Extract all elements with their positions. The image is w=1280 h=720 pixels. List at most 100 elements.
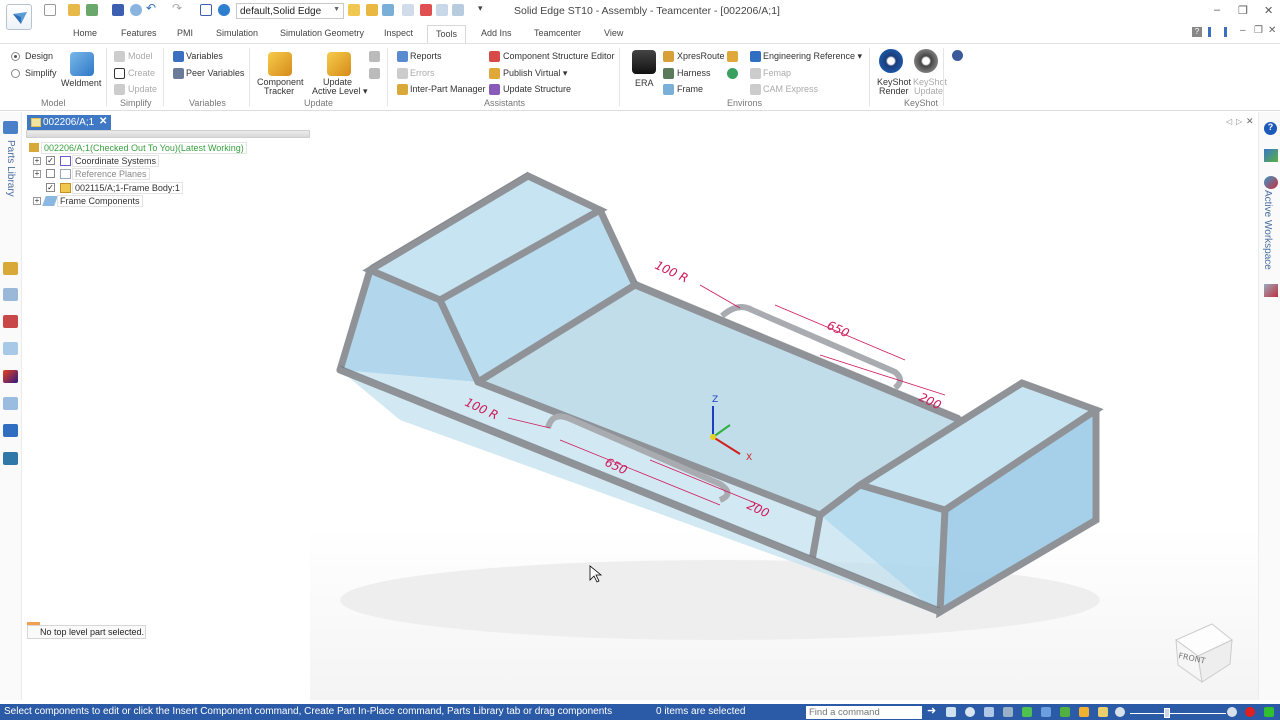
hide-icon[interactable] [420,4,432,16]
doc-restore-button[interactable]: ❐ [1254,25,1263,36]
zoom-in-icon[interactable] [1227,707,1237,717]
panel-close-icon[interactable]: ✕ [1246,116,1254,127]
peer-variables-button[interactable]: Peer Variables [186,68,244,78]
create-button[interactable]: Create [128,68,155,78]
tree-item[interactable]: 002115/A;1-Frame Body:1 [72,182,183,194]
properties-icon[interactable] [200,4,212,16]
era-button[interactable]: ERA [635,78,654,88]
display-icon[interactable] [218,4,230,16]
publish-virtual-button[interactable]: Publish Virtual ▾ [503,68,567,79]
open-icon[interactable] [68,4,80,16]
sketch-view-icon[interactable] [1060,707,1070,717]
active-workspace-tab[interactable]: Active Workspace [1262,190,1273,270]
teamcenter-extra-icon[interactable] [952,50,963,61]
simplify-radio[interactable] [11,69,20,78]
panel-nav-prev-icon[interactable]: ◁ [1226,117,1232,126]
parts-library-tab[interactable]: Parts Library [5,140,16,197]
design-radio[interactable] [11,52,20,61]
layers-icon[interactable] [3,288,18,301]
zoom-slider-track[interactable] [1130,713,1226,714]
era-icon[interactable] [632,50,656,74]
tab-pmi[interactable]: PMI [177,28,193,38]
zoom-icon[interactable] [984,707,994,717]
inter-part-manager-button[interactable]: Inter-Part Manager [410,84,486,94]
femap-button[interactable]: Femap [763,68,791,78]
weldment-icon[interactable] [70,52,94,76]
engineering-reference-button[interactable]: Engineering Reference ▾ [763,51,862,62]
update-button[interactable]: Update [128,84,157,94]
expand-icon[interactable]: + [33,157,41,165]
undo-icon[interactable]: ↶ [146,1,158,15]
zoom-area-icon[interactable] [965,707,975,717]
minimize-button[interactable]: – [1214,4,1220,16]
select-tool-icon[interactable] [402,4,414,16]
record-icon[interactable] [1245,707,1255,717]
tree-item[interactable]: Reference Planes [72,168,150,180]
component-structure-editor-button[interactable]: Component Structure Editor [503,51,615,61]
spin-icon[interactable] [1041,707,1051,717]
weldment-button[interactable]: Weldment [61,78,101,88]
redo-icon[interactable]: ↷ [172,1,184,15]
component-tracker-icon[interactable] [268,52,292,76]
simulation-results-icon[interactable] [3,370,18,383]
update-structure-button[interactable]: Update Structure [503,84,571,94]
tree-root[interactable]: 002206/A;1(Checked Out To You)(Latest Wo… [41,142,247,154]
visibility-checkbox[interactable] [46,169,55,178]
close-button[interactable]: ✕ [1264,4,1273,17]
cam-express-button[interactable]: CAM Express [763,84,818,94]
doc-minimize-button[interactable]: – [1240,25,1246,36]
view-style-combo[interactable]: default,Solid Edge ▼ [236,3,344,19]
shaded-icon[interactable] [348,4,360,16]
tile-icon[interactable] [1208,27,1218,37]
save-all-icon[interactable] [86,4,98,16]
shaded-edges-icon[interactable] [366,4,378,16]
tab-inspect[interactable]: Inspect [384,28,413,38]
visibility-checkbox[interactable]: ✓ [46,183,55,192]
tree-item[interactable]: Coordinate Systems [72,155,160,167]
view-orientation-icon[interactable] [1098,707,1108,717]
tab-view[interactable]: View [604,28,623,38]
tab-simulation-geometry[interactable]: Simulation Geometry [280,28,364,38]
parts-library-icon[interactable] [3,121,18,134]
save-icon[interactable] [112,4,124,16]
family-icon[interactable] [3,397,18,410]
restore-button[interactable]: ❐ [1238,4,1248,17]
physical-properties-icon[interactable] [369,68,380,79]
workspace-tool-icon[interactable] [1264,284,1278,297]
tab-simulation[interactable]: Simulation [216,28,258,38]
pan-icon[interactable] [1003,707,1013,717]
expand-icon[interactable]: + [33,170,41,178]
go-arrow-icon[interactable]: ➜ [927,704,936,717]
frame-button[interactable]: Frame [677,84,703,94]
xpresroute-button[interactable]: XpresRoute [677,51,725,61]
find-command-input[interactable] [806,706,922,719]
assembly-views-icon[interactable] [3,452,18,465]
model-button[interactable]: Model [128,51,153,61]
help-icon[interactable]: ? [1192,27,1202,37]
fit-icon[interactable] [946,707,956,717]
sensors-icon[interactable] [3,315,18,328]
harness-button[interactable]: Harness [677,68,711,78]
query-icon[interactable] [3,342,18,355]
tab-add-ins[interactable]: Add Ins [481,28,512,38]
tab-teamcenter[interactable]: Teamcenter [534,28,581,38]
zoom-slider-thumb[interactable] [1164,708,1170,718]
environ-extra-icon[interactable] [727,51,738,62]
errors-button[interactable]: Errors [410,68,435,78]
reports-button[interactable]: Reports [410,51,442,61]
active-workspace-icon[interactable] [1264,176,1278,189]
zones-icon[interactable] [3,424,18,437]
environ-web-icon[interactable] [727,68,738,79]
tab-tools[interactable]: Tools [427,25,467,43]
close-icon[interactable]: ✕ [99,116,107,127]
upload-icon[interactable] [1264,707,1274,717]
help-icon[interactable]: ? [1264,122,1277,135]
keyshot-render-icon[interactable] [879,49,903,73]
print-icon[interactable] [130,4,142,16]
zoom-out-icon[interactable] [1115,707,1125,717]
tree-item[interactable]: Frame Components [57,195,143,207]
graphics-window[interactable]: 100 R 650 200 100 R 650 200 Z X FRONT [310,130,1258,700]
visibility-checkbox[interactable]: ✓ [46,156,55,165]
tab-features[interactable]: Features [121,28,157,38]
tab-home[interactable]: Home [73,28,97,38]
